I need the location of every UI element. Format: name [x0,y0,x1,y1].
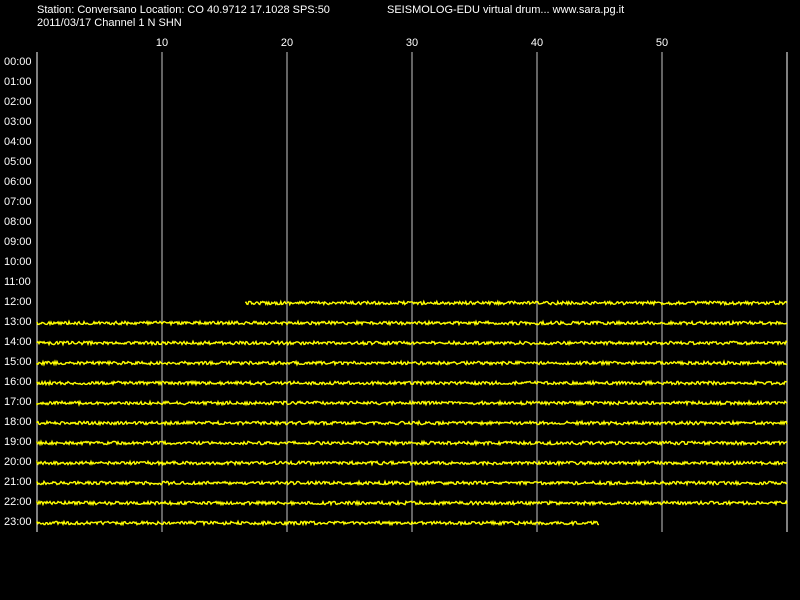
hour-label: 19:00 [4,436,32,448]
minute-tick-label: 30 [405,37,419,49]
hour-label: 00:00 [4,56,32,68]
hour-label: 11:00 [4,276,31,288]
minute-tick-label: 40 [530,37,544,49]
hour-label: 08:00 [4,216,32,228]
seismogram-drum [36,52,788,532]
hour-label: 20:00 [4,456,32,468]
hour-label: 13:00 [4,316,32,328]
hour-label: 16:00 [4,376,32,388]
seismic-trace-2300 [36,519,600,527]
hour-label: 10:00 [4,256,32,268]
hour-label: 05:00 [4,156,32,168]
seismic-trace-1200 [245,299,788,307]
hour-label: 07:00 [4,196,32,208]
hour-label: 04:00 [4,136,32,148]
hour-label: 12:00 [4,296,32,308]
hour-label: 01:00 [4,76,32,88]
hour-label: 02:00 [4,96,32,108]
minute-tick-label: 20 [280,37,294,49]
hour-label: 17:00 [4,396,32,408]
hour-label: 18:00 [4,416,32,428]
hour-label: 14:00 [4,336,32,348]
minute-tick-label: 50 [655,37,669,49]
hour-label: 15:00 [4,356,32,368]
hour-label: 22:00 [4,496,32,508]
hour-label: 21:00 [4,476,32,488]
hour-label: 06:00 [4,176,32,188]
hour-label: 03:00 [4,116,32,128]
hour-label: 23:00 [4,516,32,528]
hour-label: 09:00 [4,236,32,248]
minute-tick-label: 10 [155,37,169,49]
